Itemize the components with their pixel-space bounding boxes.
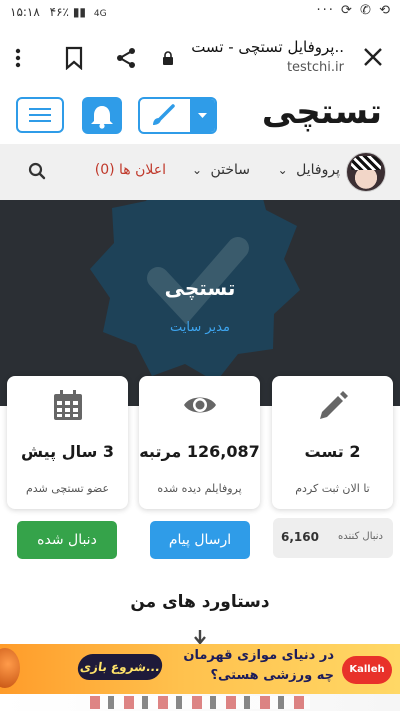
notifications-button[interactable] [82, 97, 122, 134]
chevron-down-icon: ⌄ [191, 163, 202, 177]
theme-button[interactable] [140, 99, 192, 132]
battery-percent: ۴۶٪ [49, 5, 69, 19]
nav-bar: پروفایل ⌄ ساختن ⌄ اعلان ها (0) [0, 144, 400, 200]
profile-name: تستچی [164, 276, 236, 300]
bookmark-icon[interactable] [64, 46, 84, 70]
ad-banner[interactable]: شروع بازی... در دنیای موازی قهرمان چه ور… [0, 644, 400, 694]
menu-bar-icon [29, 120, 51, 122]
send-message-button[interactable]: ارسال پیام [150, 521, 250, 559]
nav-build-label: ساختن [210, 162, 250, 178]
stat-label: تا الان ثبت کردم [295, 482, 370, 495]
site-header: تستچی [0, 88, 400, 144]
stat-card-membership: 3 سال پیش عضو تستچی شدم [7, 376, 128, 509]
status-bar: ۱۵:۱۸ ۴۶٪ ▮▮ 4G ··· ⟳ ✆ ⟲ [0, 0, 400, 26]
menu-button[interactable] [16, 97, 64, 133]
chevron-down-icon: ⌄ [277, 163, 288, 177]
ad-brand-logo: Kalleh [342, 656, 392, 684]
close-icon[interactable] [360, 44, 386, 70]
ad-subheadline: چه ورزشی هستی؟ [210, 668, 334, 683]
profile-role[interactable]: مدیر سایت [0, 320, 400, 335]
signal-icon: ▮▮ [72, 5, 87, 19]
caret-down-icon [198, 113, 207, 118]
eye-icon [184, 397, 216, 413]
pencil-icon [320, 391, 348, 419]
brush-icon [153, 104, 175, 125]
ad-cta-button[interactable]: شروع بازی... [76, 654, 164, 680]
nav-notifications[interactable]: اعلان ها (0) [95, 162, 166, 178]
arrow-down-icon [194, 630, 206, 645]
followers-number: 6,160 [281, 530, 319, 544]
nav-build[interactable]: ساختن ⌄ [192, 162, 250, 178]
bell-icon [91, 106, 113, 129]
lock-icon [163, 51, 173, 65]
stat-label: عضو تستچی شدم [25, 482, 110, 495]
sync-icon: ⟳ [341, 3, 354, 18]
followers-label: دنبال کننده [337, 531, 383, 542]
site-logo[interactable]: تستچی [262, 92, 383, 132]
more-dots-icon: ··· [316, 3, 335, 18]
notification-icons: ··· ⟳ ✆ ⟲ [316, 3, 392, 18]
more-vertical-icon[interactable] [14, 46, 22, 70]
browser-url: testchi.ir [286, 60, 344, 75]
stat-value: 3 سال پیش [20, 442, 115, 461]
avatar[interactable] [346, 152, 386, 192]
whatsapp-icon: ✆ [360, 3, 373, 18]
stat-value: 126,087 مرتبه [139, 442, 260, 461]
nav-profile[interactable]: پروفایل ⌄ [278, 162, 340, 178]
network-type: 4G [93, 9, 107, 19]
browser-title: پروفایل تستچی - تست.. [191, 38, 344, 56]
menu-bar-icon [29, 114, 51, 116]
status-left: ۱۵:۱۸ ۴۶٪ ▮▮ 4G [10, 5, 107, 19]
ad-headline: در دنیای موازی قهرمان [183, 648, 334, 663]
share-icon[interactable] [114, 46, 138, 70]
theme-dropdown[interactable] [138, 97, 217, 134]
stat-card-tests: 2 تست تا الان ثبت کردم [272, 376, 393, 509]
nav-profile-label: پروفایل [296, 162, 340, 178]
achievements-title: دستاورد های من [130, 592, 270, 612]
stat-card-views: 126,087 مرتبه پروفایلم دیده شده [139, 376, 260, 509]
following-button[interactable]: دنبال شده [17, 521, 117, 559]
browser-bar: پروفایل تستچی - تست.. testchi.ir [0, 26, 400, 89]
basketball-icon [0, 648, 20, 688]
theme-caret-button[interactable] [190, 99, 215, 132]
followers-count[interactable]: 6,160 دنبال کننده [273, 518, 393, 558]
calendar-icon [54, 390, 82, 420]
menu-bar-icon [29, 108, 51, 110]
status-time: ۱۵:۱۸ [10, 5, 40, 19]
stat-label: پروفایلم دیده شده [157, 482, 242, 495]
search-icon[interactable] [28, 162, 46, 180]
stat-value: 2 تست [304, 442, 361, 461]
refresh-icon: ⟲ [379, 3, 392, 18]
achievements-strip [0, 694, 400, 711]
